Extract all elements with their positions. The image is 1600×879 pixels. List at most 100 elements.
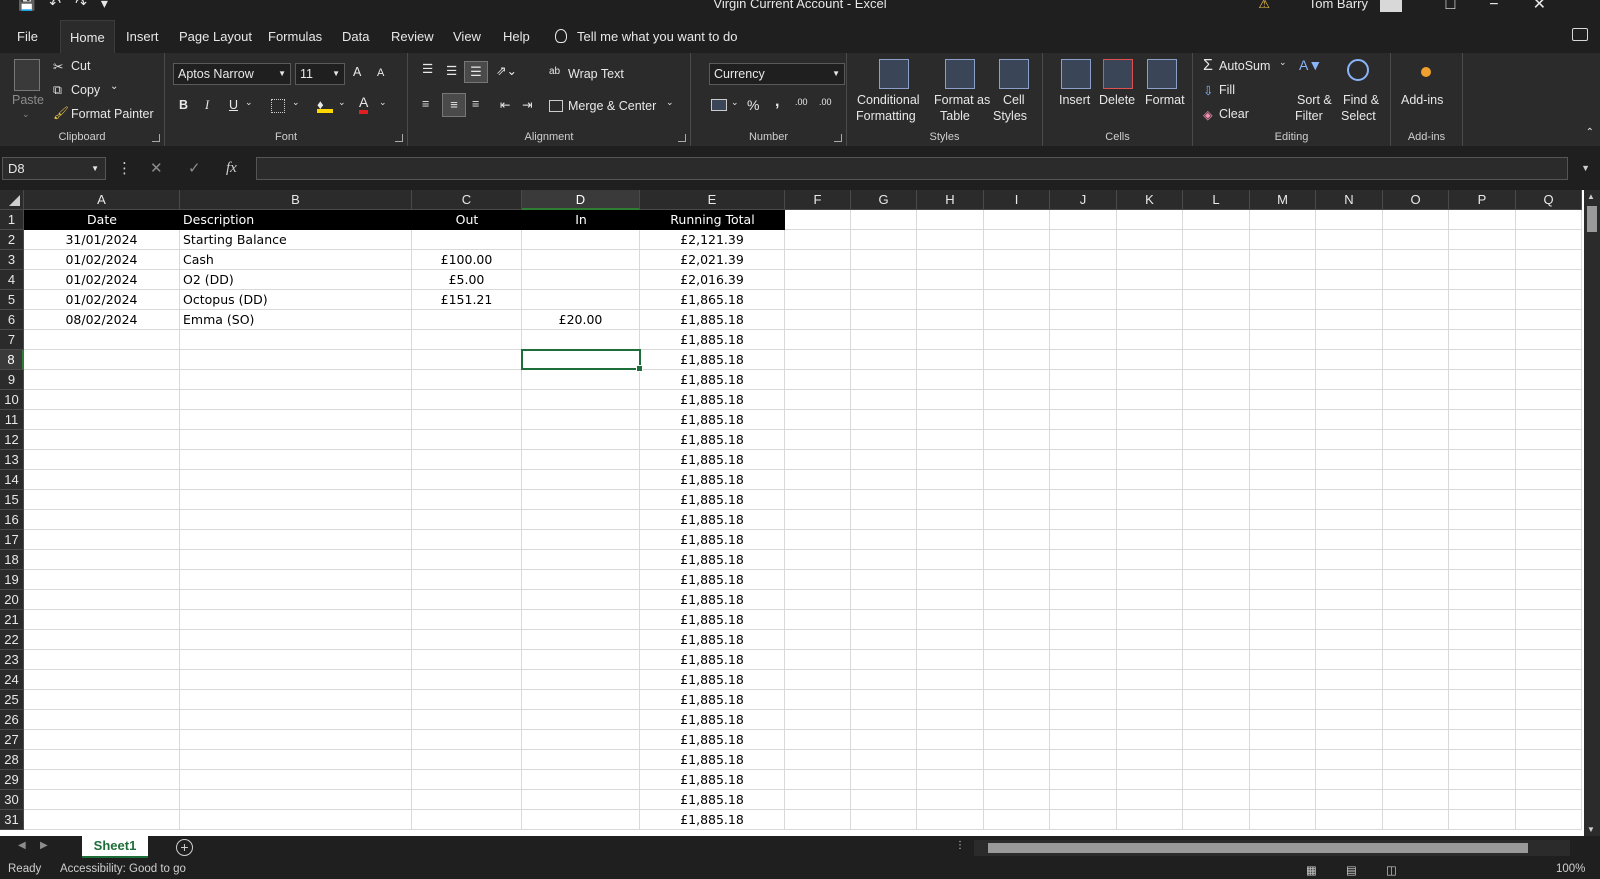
table-cell[interactable]: £2,016.39 bbox=[640, 270, 785, 290]
table-cell[interactable] bbox=[1316, 550, 1383, 570]
table-cell[interactable] bbox=[180, 370, 412, 390]
table-cell[interactable] bbox=[24, 550, 180, 570]
table-cell[interactable] bbox=[1250, 570, 1316, 590]
addins-button[interactable]: Add-ins bbox=[1401, 93, 1443, 107]
table-cell[interactable] bbox=[984, 510, 1050, 530]
table-cell[interactable] bbox=[24, 570, 180, 590]
table-cell[interactable] bbox=[851, 330, 917, 350]
bold-button[interactable]: B bbox=[179, 98, 188, 112]
table-cell[interactable] bbox=[1316, 450, 1383, 470]
table-cell[interactable] bbox=[412, 470, 522, 490]
align-right-icon[interactable]: ≡ bbox=[472, 97, 479, 111]
table-header-cell[interactable] bbox=[1183, 210, 1250, 230]
table-cell[interactable] bbox=[24, 790, 180, 810]
table-cell[interactable] bbox=[180, 730, 412, 750]
table-cell[interactable] bbox=[1117, 630, 1183, 650]
table-cell[interactable] bbox=[1383, 810, 1449, 830]
table-cell[interactable] bbox=[412, 770, 522, 790]
table-cell[interactable] bbox=[1117, 810, 1183, 830]
table-cell[interactable] bbox=[1050, 710, 1117, 730]
table-cell[interactable] bbox=[180, 750, 412, 770]
table-cell[interactable] bbox=[522, 270, 640, 290]
table-cell[interactable] bbox=[522, 710, 640, 730]
table-cell[interactable] bbox=[984, 670, 1050, 690]
table-cell[interactable] bbox=[1250, 470, 1316, 490]
table-header-cell[interactable]: Description bbox=[180, 210, 412, 230]
table-cell[interactable] bbox=[522, 810, 640, 830]
table-cell[interactable] bbox=[180, 770, 412, 790]
window-controls[interactable]: □−✕ bbox=[1446, 0, 1580, 14]
table-cell[interactable] bbox=[412, 230, 522, 250]
table-cell[interactable]: £1,885.18 bbox=[640, 690, 785, 710]
fill-color-icon[interactable]: ♦ bbox=[317, 97, 333, 113]
table-cell[interactable] bbox=[984, 550, 1050, 570]
align-center-icon[interactable]: ≡ bbox=[442, 93, 466, 117]
table-cell[interactable] bbox=[785, 230, 851, 250]
table-cell[interactable] bbox=[1183, 410, 1250, 430]
table-cell[interactable] bbox=[1449, 630, 1516, 650]
table-cell[interactable] bbox=[917, 470, 984, 490]
table-cell[interactable] bbox=[1117, 770, 1183, 790]
table-cell[interactable] bbox=[984, 590, 1050, 610]
table-cell[interactable] bbox=[785, 470, 851, 490]
table-cell[interactable] bbox=[851, 510, 917, 530]
format-painter-button[interactable]: Format Painter bbox=[71, 107, 154, 121]
table-cell[interactable] bbox=[1117, 350, 1183, 370]
table-cell[interactable] bbox=[785, 690, 851, 710]
table-cell[interactable] bbox=[1250, 490, 1316, 510]
table-cell[interactable] bbox=[1316, 610, 1383, 630]
table-cell[interactable] bbox=[1449, 750, 1516, 770]
table-cell[interactable] bbox=[1183, 550, 1250, 570]
table-cell[interactable] bbox=[24, 390, 180, 410]
table-cell[interactable] bbox=[917, 230, 984, 250]
table-cell[interactable] bbox=[1449, 390, 1516, 410]
table-cell[interactable] bbox=[522, 750, 640, 770]
conditional-formatting-line2[interactable]: Formatting bbox=[856, 109, 916, 123]
table-cell[interactable] bbox=[1316, 490, 1383, 510]
conditional-formatting-line1[interactable]: Conditional bbox=[857, 93, 920, 107]
table-cell[interactable] bbox=[1250, 270, 1316, 290]
table-cell[interactable] bbox=[984, 290, 1050, 310]
table-cell[interactable] bbox=[1250, 310, 1316, 330]
table-cell[interactable] bbox=[1117, 530, 1183, 550]
cut-button[interactable]: Cut bbox=[71, 59, 90, 73]
table-cell[interactable] bbox=[1383, 550, 1449, 570]
row-header[interactable]: 14 bbox=[0, 470, 24, 490]
table-cell[interactable] bbox=[1050, 250, 1117, 270]
confirm-entry-icon[interactable]: ✓ bbox=[188, 157, 201, 180]
table-cell[interactable] bbox=[1117, 750, 1183, 770]
table-cell[interactable] bbox=[1516, 410, 1582, 430]
table-cell[interactable] bbox=[1383, 430, 1449, 450]
table-cell[interactable] bbox=[412, 650, 522, 670]
table-cell[interactable]: £1,885.18 bbox=[640, 430, 785, 450]
vertical-scrollbar[interactable]: ▲ ▼ bbox=[1584, 190, 1600, 836]
table-cell[interactable] bbox=[1516, 710, 1582, 730]
table-cell[interactable] bbox=[1250, 290, 1316, 310]
table-cell[interactable] bbox=[1449, 410, 1516, 430]
table-cell[interactable] bbox=[1050, 750, 1117, 770]
table-cell[interactable] bbox=[1050, 510, 1117, 530]
table-cell[interactable] bbox=[412, 590, 522, 610]
zoom-level[interactable]: 100% bbox=[1556, 863, 1585, 875]
table-cell[interactable] bbox=[180, 670, 412, 690]
table-cell[interactable] bbox=[1516, 490, 1582, 510]
table-cell[interactable] bbox=[1316, 710, 1383, 730]
table-cell[interactable] bbox=[1117, 290, 1183, 310]
table-cell[interactable] bbox=[1449, 230, 1516, 250]
table-cell[interactable]: £1,885.18 bbox=[640, 750, 785, 770]
table-cell[interactable] bbox=[785, 770, 851, 790]
table-cell[interactable] bbox=[851, 230, 917, 250]
table-cell[interactable]: £1,885.18 bbox=[640, 330, 785, 350]
table-cell[interactable] bbox=[1250, 810, 1316, 830]
table-cell[interactable] bbox=[1383, 750, 1449, 770]
row-header[interactable]: 10 bbox=[0, 390, 24, 410]
table-cell[interactable] bbox=[1383, 330, 1449, 350]
table-cell[interactable] bbox=[1516, 570, 1582, 590]
row-header[interactable]: 1 bbox=[0, 210, 24, 230]
table-cell[interactable] bbox=[1516, 470, 1582, 490]
table-cell[interactable] bbox=[851, 390, 917, 410]
font-launcher-icon[interactable] bbox=[395, 134, 403, 142]
table-cell[interactable] bbox=[917, 730, 984, 750]
table-cell[interactable] bbox=[1449, 810, 1516, 830]
table-cell[interactable] bbox=[1250, 770, 1316, 790]
